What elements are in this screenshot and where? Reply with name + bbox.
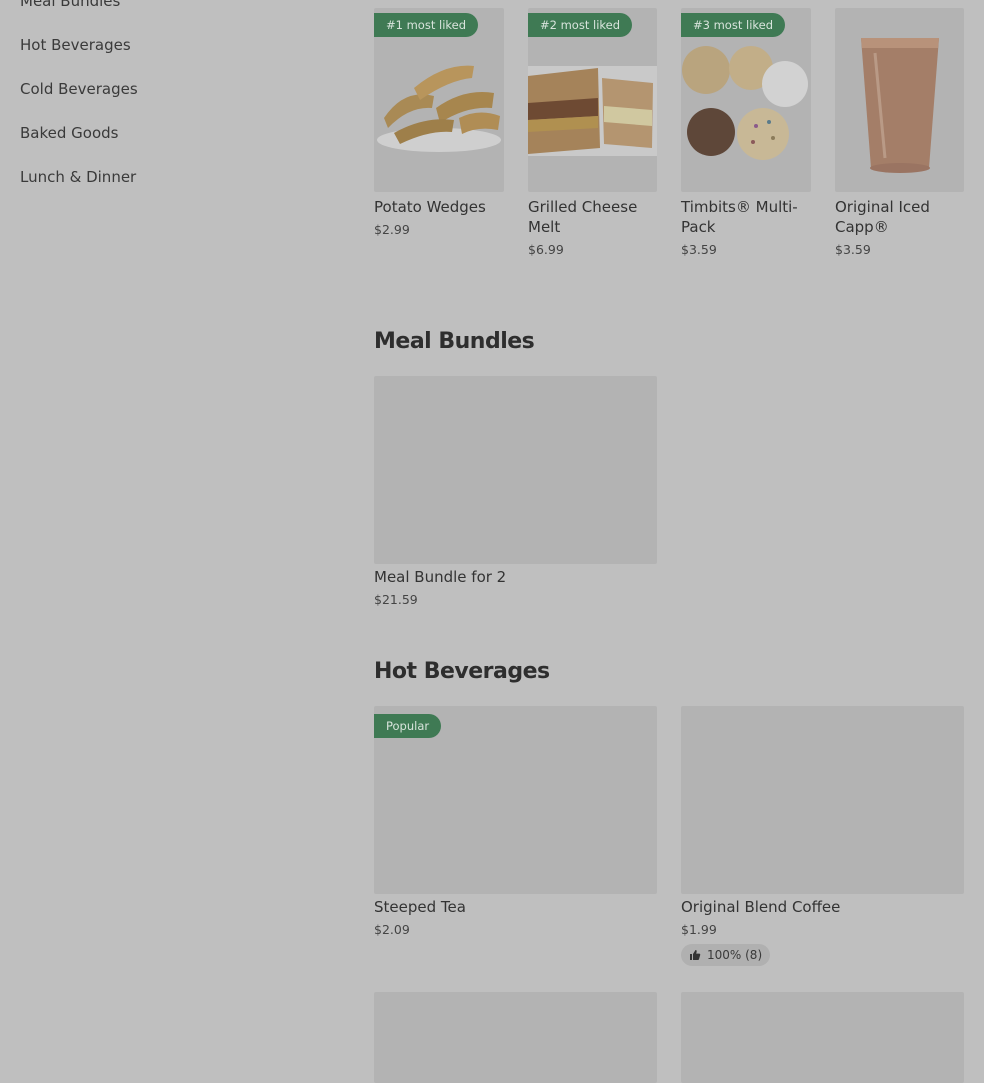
item-name: Timbits® Multi-Pack: [681, 198, 798, 236]
item-price: $21.59: [374, 592, 418, 607]
menu-item-card[interactable]: Popular Steeped Tea $2.09: [374, 706, 657, 946]
item-name: Original Blend Coffee: [681, 898, 841, 916]
sidebar-item-meal-bundles[interactable]: Meal Bundles: [20, 0, 120, 10]
menu-item-card[interactable]: #2 most liked Grilled Cheese Melt $6.99: [528, 8, 657, 268]
most-liked-badge: #2 most liked: [528, 13, 633, 37]
item-image-placeholder: [374, 992, 657, 1083]
item-name: Original Iced Capp®: [835, 198, 930, 236]
rating-badge: 100% (8): [681, 944, 771, 966]
rating-text: 100% (8): [707, 948, 763, 962]
item-image-placeholder: [374, 376, 657, 564]
item-name: Steeped Tea: [374, 898, 466, 916]
iced-capp-image: [835, 8, 964, 192]
item-price: $3.59: [681, 242, 717, 257]
item-price: $6.99: [528, 242, 564, 257]
popular-badge: Popular: [374, 714, 442, 738]
item-name: Meal Bundle for 2: [374, 568, 507, 586]
sidebar-item-hot-beverages[interactable]: Hot Beverages: [20, 36, 131, 54]
item-price: $2.09: [374, 922, 410, 937]
item-price: $3.59: [835, 242, 871, 257]
item-name: Potato Wedges: [374, 198, 486, 216]
sidebar-item-lunch-dinner[interactable]: Lunch & Dinner: [20, 168, 136, 186]
thumbs-up-icon: [690, 950, 701, 960]
item-image-placeholder: [681, 992, 964, 1083]
most-liked-badge: #3 most liked: [681, 13, 786, 37]
menu-item-card[interactable]: [374, 992, 657, 1083]
menu-item-card[interactable]: Original Iced Capp® $3.59: [835, 8, 964, 268]
menu-item-card[interactable]: Meal Bundle for 2 $21.59: [374, 376, 657, 616]
menu-item-card[interactable]: #1 most liked Potato Wedges $2.99: [374, 8, 504, 268]
item-image-placeholder: [681, 706, 964, 894]
sidebar-item-cold-beverages[interactable]: Cold Beverages: [20, 80, 138, 98]
section-title-hot-beverages: Hot Beverages: [374, 659, 550, 684]
item-name: Grilled Cheese Melt: [528, 198, 638, 236]
sidebar-item-baked-goods[interactable]: Baked Goods: [20, 124, 118, 142]
menu-item-card[interactable]: #3 most liked Timbits® Multi-Pack $3.59: [681, 8, 811, 268]
most-liked-badge: #1 most liked: [374, 13, 479, 37]
menu-item-card[interactable]: [681, 992, 964, 1083]
item-price: $2.99: [374, 222, 410, 237]
menu-item-card[interactable]: Original Blend Coffee $1.99 100% (8): [681, 706, 964, 976]
section-title-meal-bundles: Meal Bundles: [374, 329, 535, 354]
item-price: $1.99: [681, 922, 717, 937]
